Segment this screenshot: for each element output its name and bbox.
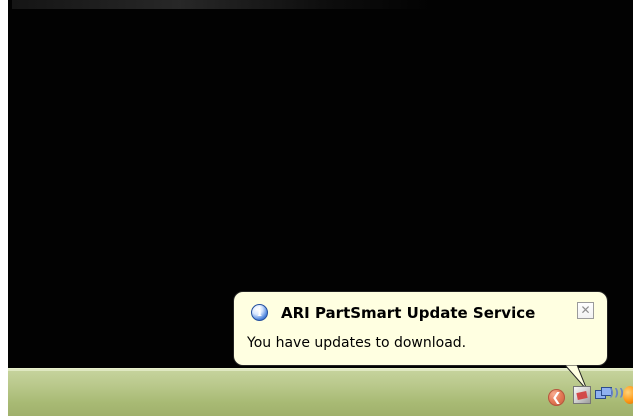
app-icon[interactable] — [573, 386, 591, 404]
balloon-message: You have updates to download. — [247, 335, 467, 351]
signal-icon: ))) — [609, 386, 625, 399]
left-margin — [0, 0, 8, 368]
info-icon: i — [251, 304, 268, 321]
notification-balloon: i ARI PartSmart Update Service You have … — [233, 291, 608, 366]
network-icon[interactable]: ))) — [594, 386, 624, 404]
close-button[interactable]: ✕ — [577, 302, 594, 319]
desktop-streak — [12, 0, 432, 9]
desktop-screen: i ARI PartSmart Update Service You have … — [0, 0, 633, 416]
taskbar — [8, 368, 633, 416]
taskbar-top-highlight — [8, 369, 633, 371]
close-icon: ✕ — [580, 303, 591, 317]
chevron-left-icon: ❮ — [551, 390, 562, 404]
tray-expand-button[interactable]: ❮ — [548, 389, 565, 406]
balloon-title: ARI PartSmart Update Service — [281, 304, 536, 322]
orange-tray-icon[interactable] — [623, 386, 633, 404]
